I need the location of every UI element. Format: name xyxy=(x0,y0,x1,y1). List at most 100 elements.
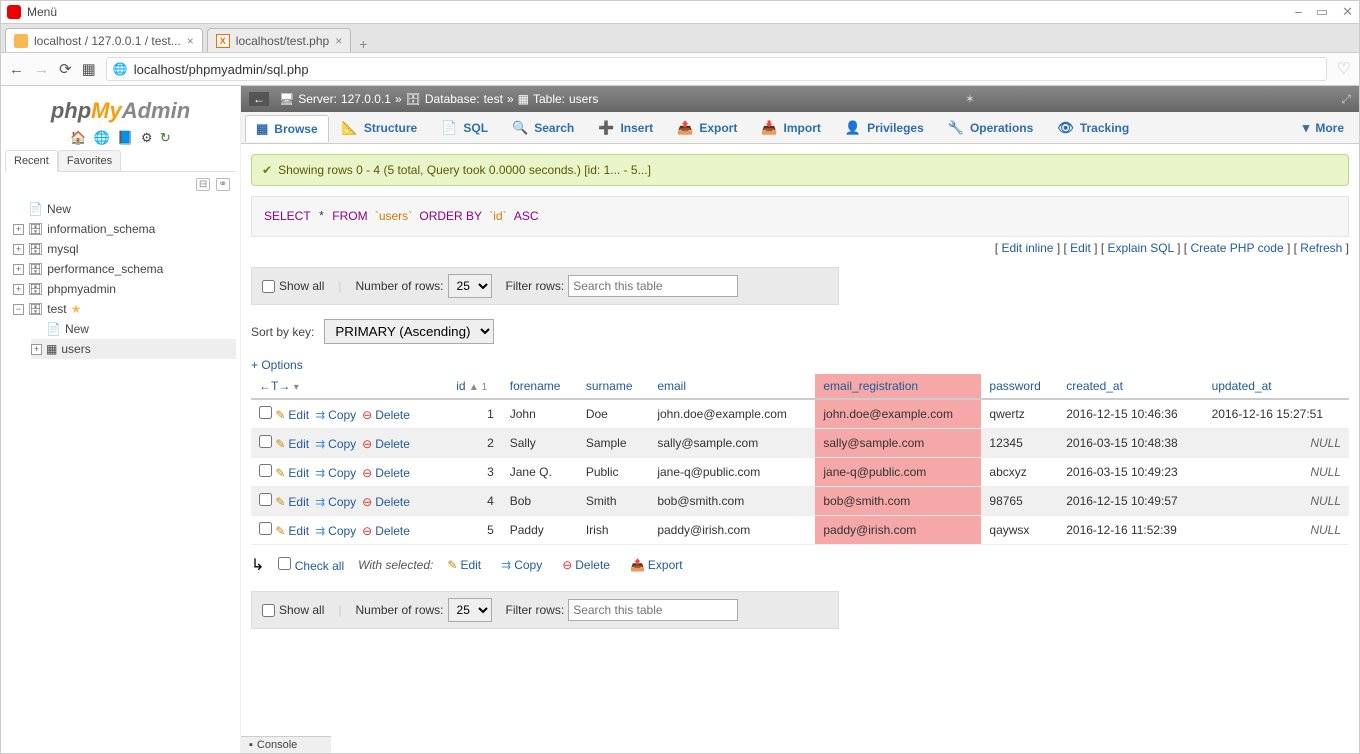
row-checkbox[interactable] xyxy=(259,406,272,419)
table-row[interactable]: EditCopyDelete5PaddyIrishpaddy@irish.com… xyxy=(251,516,1349,545)
collapse-icon[interactable]: − xyxy=(13,304,24,315)
col-created-at[interactable]: created_at xyxy=(1058,374,1203,399)
table-row[interactable]: EditCopyDelete3Jane Q.Publicjane-q@publi… xyxy=(251,458,1349,487)
tree-table-users[interactable]: +▦users xyxy=(31,339,236,359)
filter-input[interactable] xyxy=(568,275,738,297)
speed-dial-button[interactable]: ▦ xyxy=(82,60,96,78)
bulk-copy-button[interactable]: Copy xyxy=(501,558,542,572)
row-copy-button[interactable]: Copy xyxy=(315,466,356,480)
tab-structure[interactable]: 📐Structure xyxy=(331,114,429,141)
row-checkbox[interactable] xyxy=(259,493,272,506)
page-settings-icon[interactable]: ✶ xyxy=(965,92,975,106)
expand-icon[interactable]: + xyxy=(13,224,24,235)
settings-icon[interactable]: ⚙ xyxy=(141,130,153,145)
tab-export[interactable]: 📤Export xyxy=(666,114,748,141)
expand-icon[interactable]: + xyxy=(13,284,24,295)
tab-insert[interactable]: ➕Insert xyxy=(587,114,664,141)
recent-tab[interactable]: Recent xyxy=(5,150,58,172)
browser-tab-active[interactable]: localhost / 127.0.0.1 / test... × xyxy=(5,28,203,52)
row-checkbox[interactable] xyxy=(259,464,272,477)
tree-new-table[interactable]: 📄New xyxy=(31,319,236,339)
row-delete-button[interactable]: Delete xyxy=(362,408,410,422)
bulk-export-button[interactable]: 📤 Export xyxy=(630,558,683,572)
collapse-all-icon[interactable]: ⊟ xyxy=(196,178,210,191)
tab-sql[interactable]: 📄SQL xyxy=(430,114,499,141)
home-icon[interactable]: 🏠 xyxy=(70,130,86,145)
tree-new[interactable]: 📄New xyxy=(13,199,236,219)
url-input[interactable] xyxy=(134,62,1320,77)
console-toggle[interactable]: ▪Console xyxy=(241,736,331,753)
col-surname[interactable]: surname xyxy=(578,374,649,399)
row-checkbox[interactable] xyxy=(259,435,272,448)
favorites-tab[interactable]: Favorites xyxy=(58,150,121,171)
explain-link[interactable]: Explain SQL xyxy=(1108,241,1174,255)
tab-more[interactable]: ▾More xyxy=(1292,114,1355,141)
tab-operations[interactable]: 🔧Operations xyxy=(937,114,1045,141)
num-rows-select[interactable]: 25 xyxy=(448,274,492,298)
expand-icon[interactable]: + xyxy=(31,344,42,355)
row-edit-button[interactable]: Edit xyxy=(275,495,309,509)
col-actions[interactable]: ←T→ ▾ xyxy=(251,374,448,399)
check-all-checkbox[interactable] xyxy=(278,557,291,570)
reload-tree-icon[interactable]: ↻ xyxy=(160,130,171,145)
row-checkbox[interactable] xyxy=(259,522,272,535)
database-link[interactable]: test xyxy=(484,92,503,106)
tree-db[interactable]: +🗄performance_schema xyxy=(13,259,236,279)
tab-browse[interactable]: ▦Browse xyxy=(245,115,329,142)
tab-close-icon[interactable]: × xyxy=(335,34,342,48)
edit-link[interactable]: Edit xyxy=(1070,241,1091,255)
bookmark-button[interactable]: ♡ xyxy=(1337,59,1351,79)
link-icon[interactable]: ⚭ xyxy=(216,178,230,191)
browser-tab[interactable]: X localhost/test.php × xyxy=(207,28,351,52)
show-all-checkbox[interactable] xyxy=(262,280,275,293)
row-edit-button[interactable]: Edit xyxy=(275,466,309,480)
tree-db[interactable]: +🗄phpmyadmin xyxy=(13,279,236,299)
maximize-button[interactable]: ▭ xyxy=(1316,4,1328,20)
close-button[interactable]: ✕ xyxy=(1342,4,1353,20)
nav-left-icon[interactable]: ← xyxy=(249,92,269,106)
tree-db-test[interactable]: −🗄test★ xyxy=(13,299,236,319)
php-link[interactable]: Create PHP code xyxy=(1190,241,1283,255)
server-link[interactable]: 127.0.0.1 xyxy=(341,92,391,106)
col-id[interactable]: id ▲ 1 xyxy=(448,374,502,399)
tab-search[interactable]: 🔍Search xyxy=(501,114,585,141)
table-row[interactable]: EditCopyDelete1JohnDoejohn.doe@example.c… xyxy=(251,399,1349,429)
tab-tracking[interactable]: 👁Tracking xyxy=(1046,114,1140,141)
reload-button[interactable]: ⟳ xyxy=(59,60,72,78)
row-delete-button[interactable]: Delete xyxy=(362,437,410,451)
table-row[interactable]: EditCopyDelete4BobSmithbob@smith.combob@… xyxy=(251,487,1349,516)
docs-icon[interactable]: 📘 xyxy=(117,130,133,145)
page-collapse-icon[interactable]: ⤢ xyxy=(1341,92,1351,107)
row-delete-button[interactable]: Delete xyxy=(362,495,410,509)
row-copy-button[interactable]: Copy xyxy=(315,495,356,509)
tab-close-icon[interactable]: × xyxy=(187,34,194,48)
row-edit-button[interactable]: Edit xyxy=(275,437,309,451)
minimize-button[interactable]: ⎯ xyxy=(1295,4,1302,20)
row-delete-button[interactable]: Delete xyxy=(362,524,410,538)
tree-db[interactable]: +🗄information_schema xyxy=(13,219,236,239)
col-updated-at[interactable]: updated_at xyxy=(1204,374,1349,399)
tab-privileges[interactable]: 👤Privileges xyxy=(834,114,935,141)
logout-icon[interactable]: 🌐 xyxy=(94,130,110,145)
refresh-link[interactable]: Refresh xyxy=(1300,241,1342,255)
col-password[interactable]: password xyxy=(981,374,1058,399)
row-copy-button[interactable]: Copy xyxy=(315,524,356,538)
col-email[interactable]: email xyxy=(649,374,815,399)
back-button[interactable]: ← xyxy=(9,61,24,78)
bulk-edit-button[interactable]: Edit xyxy=(447,558,481,572)
tree-db[interactable]: +🗄mysql xyxy=(13,239,236,259)
new-tab-button[interactable]: + xyxy=(351,36,375,52)
row-edit-button[interactable]: Edit xyxy=(275,408,309,422)
row-delete-button[interactable]: Delete xyxy=(362,466,410,480)
forward-button[interactable]: → xyxy=(34,61,49,78)
table-row[interactable]: EditCopyDelete2SallySamplesally@sample.c… xyxy=(251,429,1349,458)
row-copy-button[interactable]: Copy xyxy=(315,408,356,422)
row-copy-button[interactable]: Copy xyxy=(315,437,356,451)
filter-input[interactable] xyxy=(568,599,738,621)
tab-import[interactable]: 📥Import xyxy=(750,114,832,141)
expand-icon[interactable]: + xyxy=(13,264,24,275)
col-email-registration[interactable]: email_registration xyxy=(815,374,981,399)
bulk-delete-button[interactable]: Delete xyxy=(562,558,610,572)
show-all-checkbox[interactable] xyxy=(262,604,275,617)
num-rows-select[interactable]: 25 xyxy=(448,598,492,622)
